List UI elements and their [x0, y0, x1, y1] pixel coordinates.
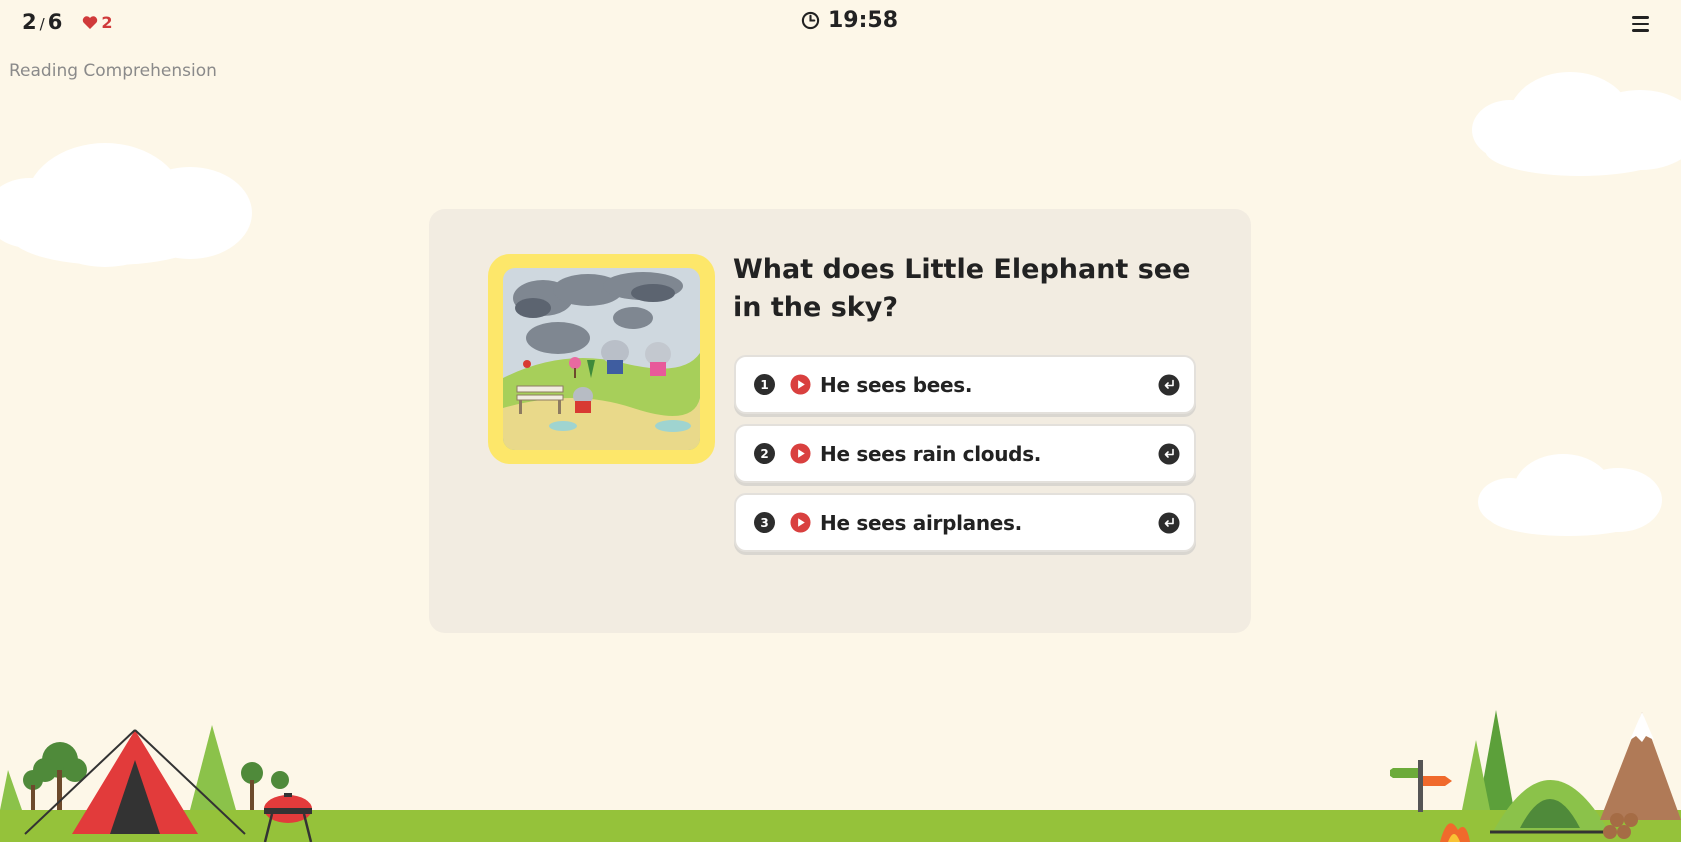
story-illustration [503, 268, 700, 450]
question-progress: 2/6 [22, 10, 62, 34]
menu-icon-bar [1632, 16, 1649, 19]
enter-icon [1158, 443, 1180, 464]
cloud-decoration [1472, 72, 1681, 176]
answer-options: 1 He sees bees. 2 He sees rain clouds. 3… [734, 355, 1196, 562]
play-audio-icon[interactable] [790, 512, 811, 533]
question-text: What does Little Elephant see in the sky… [733, 254, 1191, 323]
lives-count: 2 [101, 12, 113, 32]
option-text: He sees bees. [820, 372, 973, 397]
option-number: 2 [754, 443, 775, 464]
clock-icon [801, 11, 820, 30]
menu-button[interactable] [1628, 12, 1654, 36]
answer-option-3[interactable]: 3 He sees airplanes. [734, 493, 1196, 552]
option-number: 3 [754, 512, 775, 533]
menu-icon-bar [1632, 29, 1649, 32]
timer-value: 19:58 [828, 8, 899, 33]
progress-current: 2 [22, 10, 37, 34]
play-audio-icon[interactable] [790, 443, 811, 464]
option-text: He sees airplanes. [820, 510, 1022, 535]
play-audio-icon[interactable] [790, 374, 811, 395]
timer: 19:58 [801, 8, 898, 33]
question-card: What does Little Elephant see in the sky… [429, 209, 1251, 633]
lives-counter: 2 [82, 13, 112, 32]
option-number: 1 [754, 374, 775, 395]
cloud-decoration [0, 143, 252, 267]
option-text: He sees rain clouds. [820, 441, 1042, 466]
camping-scene-right [1390, 710, 1681, 842]
heart-icon [83, 15, 98, 29]
enter-icon [1158, 374, 1180, 395]
enter-icon [1158, 512, 1180, 533]
top-left-status: 2/6 2 [22, 10, 112, 34]
menu-icon-bar [1632, 22, 1649, 26]
progress-total: 6 [47, 10, 63, 34]
answer-option-2[interactable]: 2 He sees rain clouds. [734, 424, 1196, 483]
cloud-decoration [1478, 454, 1662, 536]
progress-separator: / [39, 15, 45, 33]
answer-option-1[interactable]: 1 He sees bees. [734, 355, 1196, 414]
subject-label: Reading Comprehension [9, 61, 217, 81]
story-illustration-frame [488, 254, 715, 464]
camping-scene-left [0, 725, 313, 842]
